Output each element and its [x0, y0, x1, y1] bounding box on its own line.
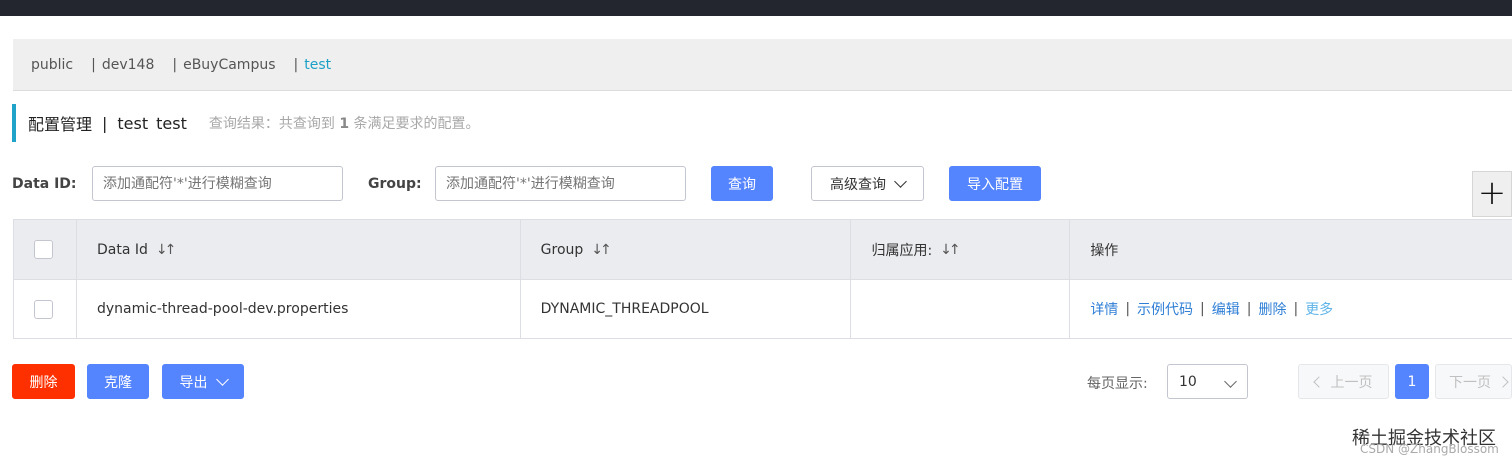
- row-checkbox-cell: [14, 280, 77, 338]
- page-size-label: 每页显示:: [1087, 376, 1148, 392]
- batch-delete-button[interactable]: 删除: [12, 364, 75, 399]
- title-separator: |: [102, 113, 108, 133]
- sort-icon[interactable]: ↓↑: [591, 242, 612, 258]
- op-separator: |: [1200, 301, 1205, 317]
- cell-ops: 详情 | 示例代码 | 编辑 | 删除 | 更多: [1070, 280, 1512, 338]
- namespace-tab-test[interactable]: test: [304, 57, 331, 73]
- export-button[interactable]: 导出: [162, 364, 244, 399]
- namespace-separator: |: [91, 56, 96, 73]
- column-header-data-id[interactable]: Data Id ↓↑: [77, 220, 521, 279]
- namespace-bar: public | dev148 | eBuyCampus | test: [13, 39, 1512, 91]
- namespace-tab-public[interactable]: public: [31, 57, 73, 73]
- namespace-name: test: [117, 113, 149, 133]
- clone-label: 克隆: [104, 374, 132, 391]
- namespace-separator: |: [293, 56, 299, 73]
- import-config-button[interactable]: 导入配置: [949, 166, 1041, 201]
- op-separator: |: [1125, 301, 1131, 317]
- result-prefix: 查询结果：共查询到: [208, 116, 335, 132]
- title-accent-bar: [12, 104, 16, 142]
- watermark-sub: CSDN @ZhangBlossom: [1360, 442, 1499, 456]
- prev-page-label: 上一页: [1330, 374, 1373, 391]
- column-label-app: 归属应用:: [871, 242, 933, 259]
- group-label: Group:: [368, 176, 422, 192]
- namespace-id: test: [156, 113, 187, 133]
- advanced-query-label: 高级查询: [830, 176, 886, 193]
- namespace-separator: |: [172, 56, 178, 73]
- column-header-app[interactable]: 归属应用: ↓↑: [851, 220, 1071, 279]
- page-title: 配置管理: [28, 115, 93, 134]
- sample-code-link[interactable]: 示例代码: [1137, 299, 1193, 319]
- result-suffix: 条满足要求的配置。: [353, 116, 480, 132]
- export-label: 导出: [179, 374, 208, 391]
- edit-link[interactable]: 编辑: [1212, 299, 1240, 319]
- cell-app: [851, 280, 1071, 338]
- chevron-right-icon: [1497, 375, 1509, 388]
- clone-button[interactable]: 克隆: [87, 364, 149, 399]
- page-button-current[interactable]: 1: [1395, 364, 1429, 399]
- next-page-label: 下一页: [1449, 374, 1491, 391]
- chevron-down-icon: [215, 372, 229, 386]
- column-label-data-id: Data Id: [96, 241, 148, 258]
- page-size-value: 10: [1179, 373, 1197, 390]
- cell-group: DYNAMIC_THREADPOOL: [521, 280, 852, 338]
- column-header-group[interactable]: Group ↓↑: [521, 220, 852, 279]
- import-config-label: 导入配置: [967, 176, 1023, 193]
- table-header-row: Data Id ↓↑ Group ↓↑ 归属应用: ↓↑ 操作: [14, 220, 1512, 280]
- delete-link[interactable]: 删除: [1258, 299, 1286, 319]
- config-table: Data Id ↓↑ Group ↓↑ 归属应用: ↓↑ 操作 dynamic-…: [13, 219, 1512, 339]
- query-button-label: 查询: [728, 176, 756, 193]
- namespace-tab-ebuycampus[interactable]: eBuyCampus: [183, 57, 275, 73]
- page-header: 配置管理 | test test 查询结果：共查询到 1 条满足要求的配置。: [12, 104, 480, 142]
- prev-page-button[interactable]: 上一页: [1298, 364, 1389, 399]
- top-bar: [0, 0, 1512, 16]
- query-button[interactable]: 查询: [711, 166, 773, 201]
- current-page-label: 1: [1407, 373, 1417, 390]
- op-separator: |: [1293, 301, 1299, 317]
- table-footer: 删除 克隆 导出 每页显示: 10 上一页 1 下一页: [12, 364, 1512, 399]
- query-result-summary: 查询结果：共查询到 1 条满足要求的配置。: [209, 113, 480, 133]
- group-input[interactable]: [435, 166, 686, 201]
- row-checkbox[interactable]: [34, 299, 53, 319]
- chevron-down-icon: [894, 174, 907, 188]
- sort-icon[interactable]: ↓↑: [940, 242, 961, 258]
- add-config-button[interactable]: +: [1472, 171, 1512, 217]
- more-link[interactable]: 更多: [1305, 299, 1333, 319]
- op-separator: |: [1246, 301, 1252, 317]
- column-label-group: Group: [540, 241, 584, 258]
- chevron-left-icon: [1312, 375, 1325, 388]
- namespace-tab-dev148[interactable]: dev148: [102, 57, 155, 73]
- page-size-select[interactable]: 10: [1167, 364, 1248, 399]
- select-all-checkbox[interactable]: [34, 240, 53, 259]
- batch-delete-label: 删除: [29, 374, 58, 391]
- data-id-input[interactable]: [92, 166, 343, 201]
- column-label-ops: 操作: [1090, 242, 1119, 259]
- result-count: 1: [339, 116, 350, 132]
- next-page-button[interactable]: 下一页: [1435, 364, 1512, 399]
- data-id-label: Data ID:: [12, 176, 77, 192]
- chevron-down-icon: [1224, 375, 1237, 388]
- advanced-query-button[interactable]: 高级查询: [811, 166, 924, 201]
- column-header-ops: 操作: [1070, 220, 1512, 279]
- header-checkbox-cell: [14, 220, 77, 279]
- sort-icon[interactable]: ↓↑: [156, 242, 177, 258]
- table-row: dynamic-thread-pool-dev.properties DYNAM…: [14, 280, 1512, 339]
- filter-bar: Data ID: Group: 查询 高级查询 导入配置: [12, 166, 1512, 202]
- detail-link[interactable]: 详情: [1090, 299, 1118, 319]
- cell-data-id: dynamic-thread-pool-dev.properties: [77, 280, 521, 338]
